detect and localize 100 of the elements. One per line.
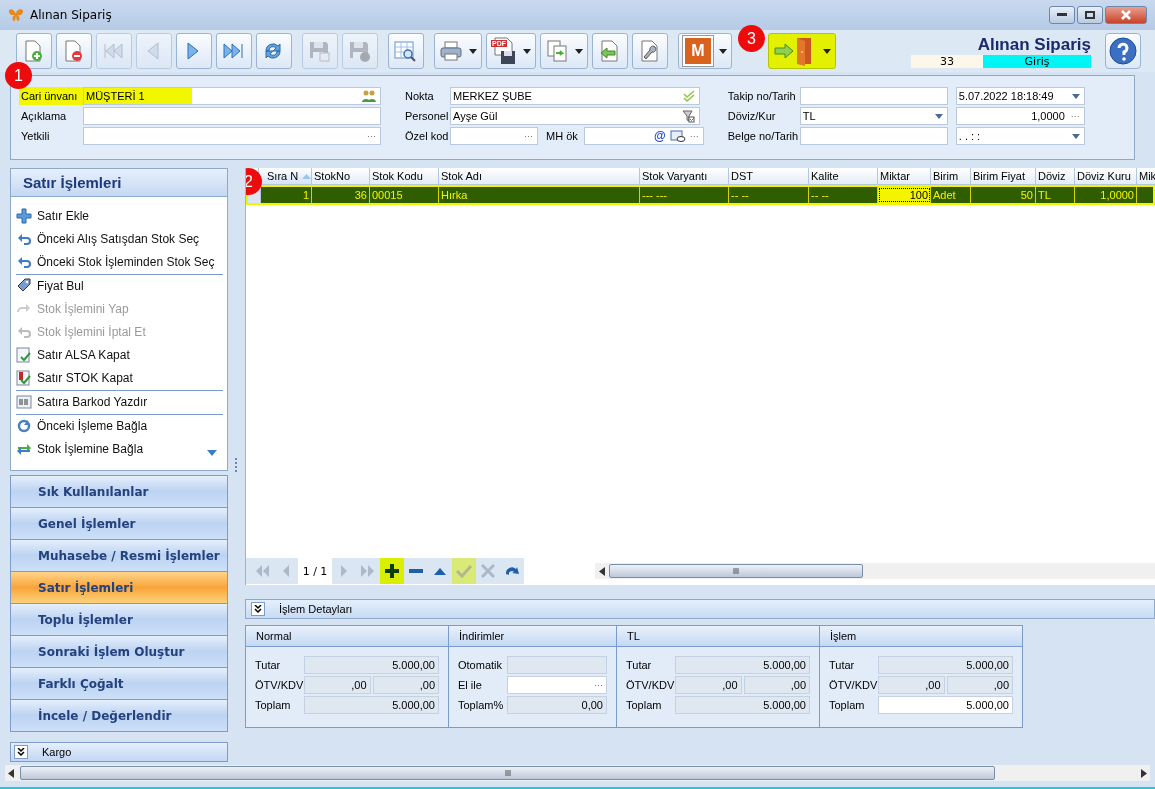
button-glyph[interactable]: ··· (1070, 111, 1080, 121)
input-field[interactable] (83, 107, 381, 125)
dropdown-arrow-icon[interactable] (1071, 93, 1080, 99)
scroll-left-icon[interactable] (8, 768, 14, 778)
print-button[interactable] (434, 33, 482, 69)
table-cell[interactable]: Adet (931, 187, 971, 203)
group-button[interactable]: Sık Kullanılanlar (10, 476, 228, 509)
group-button[interactable]: Muhasebe / Resmi İşlemler (10, 540, 228, 573)
action-item[interactable]: Önceki Alış Satışdan Stok Seç (16, 227, 223, 251)
column-header[interactable]: Stok Kodu (370, 168, 439, 185)
input-field[interactable]: . . : : (955, 127, 1085, 145)
dropdown-arrow-icon[interactable] (1071, 133, 1080, 139)
input-field[interactable]: 5.07.2022 18:18:49 (955, 87, 1085, 105)
splitter-grip-icon[interactable] (235, 458, 238, 472)
action-item[interactable]: Satır ALSA Kapat (16, 343, 223, 367)
group-button[interactable]: İncele / Değerlendir (10, 700, 228, 733)
m-button[interactable]: M (678, 33, 732, 69)
table-cell[interactable]: -- -- (729, 187, 809, 203)
group-button[interactable]: Toplu İşlemler (10, 604, 228, 637)
column-header[interactable]: Birim (931, 168, 971, 185)
people-icon[interactable] (362, 90, 376, 102)
delete-button[interactable] (56, 33, 92, 69)
scroll-thumb[interactable] (20, 766, 995, 780)
action-item[interactable]: Önceki İşleme Bağla (16, 414, 223, 438)
card-icon[interactable] (669, 130, 686, 142)
amount-field[interactable]: 5.000,00 (878, 696, 1013, 714)
column-header[interactable]: Döviz Kuru (1075, 168, 1137, 185)
close-button[interactable] (1105, 6, 1147, 24)
maximize-button[interactable] (1077, 6, 1103, 24)
action-item[interactable]: Fiyat Bul (16, 274, 223, 298)
table-cell[interactable]: 1,0000 (1075, 187, 1137, 203)
field-label: Özel kod (404, 129, 450, 144)
input-field[interactable] (799, 87, 948, 105)
action-item[interactable]: Önceki Stok İşleminden Stok Seç (16, 250, 223, 275)
input-field[interactable]: @ ··· (583, 127, 704, 145)
column-header[interactable]: Birim Fiyat (971, 168, 1036, 185)
horizontal-scrollbar[interactable] (595, 563, 1155, 579)
input-field[interactable]: MÜŞTERİ 1 (83, 87, 381, 105)
field-label: Açıklama (20, 109, 68, 124)
input-field[interactable]: 1,0000 ··· (955, 107, 1085, 125)
table-cell[interactable]: 100 (878, 187, 931, 203)
amount-field[interactable]: ··· (507, 676, 607, 694)
button-glyph[interactable]: ··· (367, 131, 376, 141)
column-header[interactable]: Döviz (1036, 168, 1075, 185)
action-item[interactable]: Stok İşlemine Bağla (16, 437, 223, 461)
column-header[interactable]: Miktar (878, 168, 931, 185)
grid-search-button[interactable] (388, 33, 424, 69)
input-field[interactable]: MERKEZ ŞUBE (450, 87, 700, 105)
form-heading: Alınan Sipariş (977, 34, 1091, 55)
import-button[interactable] (592, 33, 628, 69)
group-button[interactable]: Farklı Çoğalt (10, 668, 228, 701)
scroll-left-icon[interactable] (599, 566, 605, 576)
column-header[interactable]: StokNo (312, 168, 370, 185)
group-button[interactable]: Sonraki İşlem Oluştur (10, 636, 228, 669)
input-field[interactable] (799, 127, 948, 145)
button-glyph[interactable]: @ (654, 129, 666, 143)
table-cell[interactable]: 50 (971, 187, 1036, 203)
minimize-button[interactable] (1049, 6, 1075, 24)
new-button[interactable] (16, 33, 52, 69)
dropdown-arrow-icon[interactable] (934, 113, 943, 119)
save-close-icon (347, 39, 371, 63)
table-cell[interactable]: Hırka (439, 187, 640, 203)
table-cell[interactable]: 00015 (370, 187, 439, 203)
scroll-right-icon[interactable] (1141, 768, 1147, 778)
column-header[interactable]: Stok Varyantı (640, 168, 729, 185)
group-button[interactable]: Genel İşlemler (10, 508, 228, 541)
table-cell[interactable]: 1 (261, 187, 312, 203)
check-icon[interactable] (683, 90, 695, 102)
column-header[interactable]: Sıra N (259, 168, 312, 185)
help-button[interactable] (1105, 33, 1141, 69)
action-item[interactable]: Satıra Barkod Yazdır (16, 390, 223, 415)
input-field[interactable]: ··· (83, 127, 381, 145)
column-header[interactable]: Stok Adı (439, 168, 640, 185)
table-cell[interactable]: TL (1036, 187, 1075, 203)
expand-button[interactable] (251, 602, 265, 616)
exit-button[interactable] (768, 33, 836, 69)
table-cell[interactable]: --- --- (640, 187, 729, 203)
group-button[interactable]: Satır İşlemleri (10, 572, 228, 605)
refresh-button[interactable] (256, 33, 292, 69)
copy-button[interactable] (540, 33, 588, 69)
horizontal-scrollbar[interactable] (5, 765, 1150, 781)
column-header[interactable]: DST (729, 168, 809, 185)
amount-field: ,00 (878, 676, 945, 694)
tools-button[interactable] (632, 33, 668, 69)
button-glyph[interactable]: ··· (689, 131, 699, 141)
action-item[interactable]: Satır Ekle (16, 204, 223, 228)
table-cell[interactable]: 36 (312, 187, 370, 203)
scroll-thumb[interactable] (609, 564, 863, 578)
input-field[interactable]: Ayşe Gül (450, 107, 700, 125)
last-button[interactable] (216, 33, 252, 69)
column-header[interactable]: Kalite (809, 168, 878, 185)
filter-icon[interactable] (682, 109, 695, 123)
scroll-down-icon[interactable] (207, 450, 217, 457)
add-button[interactable] (380, 558, 404, 584)
next-button[interactable] (176, 33, 212, 69)
expand-button[interactable] (14, 745, 28, 760)
action-item[interactable]: Satır STOK Kapat (16, 366, 223, 391)
input-field[interactable]: ··· (450, 127, 538, 145)
input-field[interactable]: TL (799, 107, 948, 125)
button-glyph[interactable]: ··· (524, 131, 533, 141)
